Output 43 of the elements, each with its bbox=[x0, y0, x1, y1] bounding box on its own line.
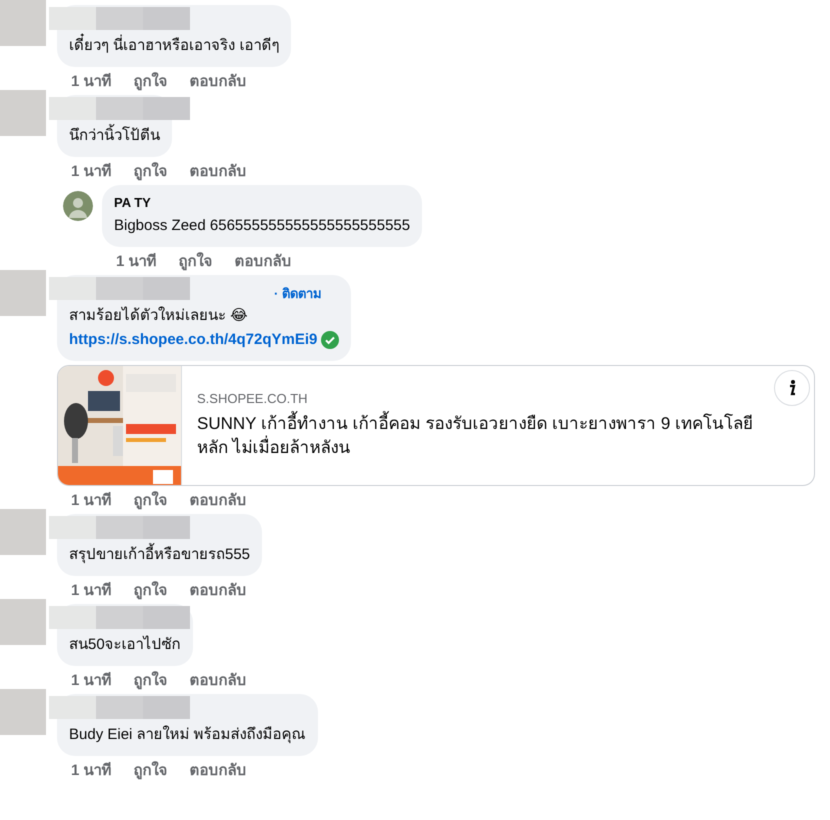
timestamp: 1 นาที bbox=[71, 163, 112, 182]
timestamp: 1 นาที bbox=[71, 582, 112, 601]
comment-text: Bigboss Zeed 656555555555555555555555 bbox=[114, 216, 410, 236]
comment-text: สามร้อยได้ตัวใหม่เลยนะ 😂 bbox=[69, 306, 249, 326]
info-icon bbox=[788, 380, 796, 396]
redacted-avatar bbox=[0, 509, 46, 555]
avatar[interactable] bbox=[63, 191, 93, 221]
redacted-avatar bbox=[0, 270, 46, 316]
timestamp: 1 นาที bbox=[71, 73, 112, 92]
comment-action[interactable]: ตอบกลับ bbox=[190, 73, 247, 93]
comment-text: นึกว่านิ้วโป้ตีน bbox=[69, 125, 160, 147]
link-preview-card[interactable]: S.SHOPEE.CO.TH SUNNY เก้าอี้ทำงาน เก้าอี้คอม รองรับเอวยางยืด เบาะยางพารา 9 เทคโนโลยีหลัก ไม่เมื่อยล้าหลังน bbox=[57, 365, 815, 486]
comment-action[interactable]: ถูกใจ bbox=[134, 163, 168, 183]
preview-domain: S.SHOPEE.CO.TH bbox=[197, 391, 309, 406]
comment-action[interactable]: ตอบกลับ bbox=[190, 492, 247, 512]
shopee-link[interactable]: https://s.shopee.co.th/4q72qYmEi9 bbox=[69, 329, 318, 351]
comment-action[interactable]: ถูกใจ bbox=[134, 582, 168, 602]
preview-title: SUNNY เก้าอี้ทำงาน เก้าอี้คอม รองรับเอวยางยืด เบาะยางพารา 9 เทคโนโลยีหลัก ไม่เมื่อยล้าหลังน bbox=[197, 412, 772, 460]
redacted-avatar bbox=[0, 689, 46, 735]
comment-action[interactable]: ถูกใจ bbox=[178, 253, 213, 273]
comment-action[interactable]: ตอบกลับ bbox=[234, 253, 292, 273]
comment-action[interactable]: ถูกใจ bbox=[134, 73, 168, 93]
comment-action[interactable]: ถูกใจ bbox=[134, 762, 168, 782]
comment-action[interactable]: ถูกใจ bbox=[134, 492, 168, 512]
timestamp: 1 นาที bbox=[71, 492, 112, 511]
comment-text: สน50จะเอาไปซัก bbox=[69, 634, 181, 655]
comment-text: สรุปขายเก้าอี้หรือขายรถ555 bbox=[69, 544, 250, 566]
timestamp: 1 นาที bbox=[116, 253, 157, 272]
commenter-name[interactable]: PA TY bbox=[114, 194, 151, 212]
comment-action[interactable]: ตอบกลับ bbox=[190, 163, 247, 183]
redacted-avatar bbox=[0, 599, 46, 645]
redacted-avatar bbox=[0, 0, 46, 46]
redacted-avatar bbox=[0, 90, 46, 136]
comment-action[interactable]: ตอบกลับ bbox=[190, 582, 247, 602]
comment-action[interactable]: ตอบกลับ bbox=[190, 762, 247, 782]
info-button[interactable] bbox=[774, 370, 810, 406]
timestamp: 1 นาที bbox=[71, 672, 112, 691]
follow-link[interactable]: · ติดตาม bbox=[274, 282, 322, 304]
comment-action[interactable]: ตอบกลับ bbox=[190, 672, 247, 692]
comment-text: Budy Eiei ลายใหม่ พร้อมส่งถึงมือคุณ bbox=[69, 724, 306, 746]
comment-action[interactable]: ถูกใจ bbox=[134, 672, 168, 692]
comment-text: เดี๋ยวๆ นี่เอาฮาหรือเอาจริง เอาดีๆ bbox=[69, 35, 280, 57]
timestamp: 1 นาที bbox=[71, 762, 112, 781]
